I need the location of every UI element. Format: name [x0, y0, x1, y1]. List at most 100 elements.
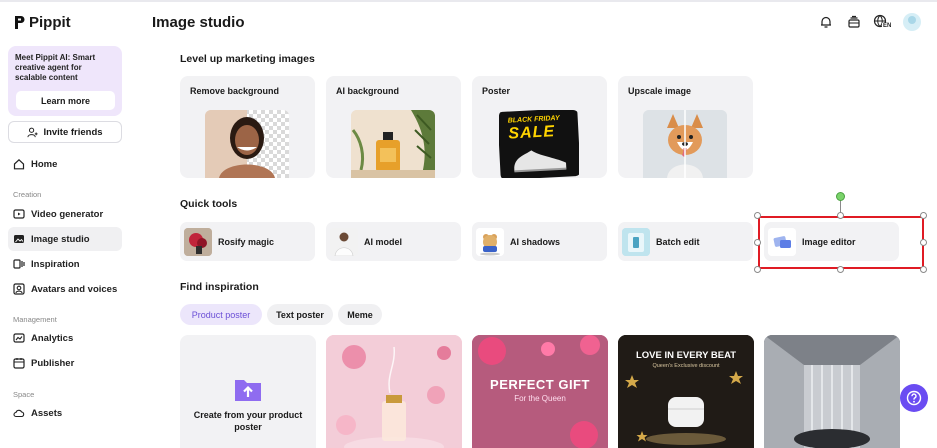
sidebar-item-avatars-voices[interactable]: Avatars and voices	[8, 277, 122, 301]
brand-name: Pippit	[29, 14, 71, 31]
sidebar-item-video-generator[interactable]: Video generator	[8, 202, 122, 226]
avatar-voice-icon	[13, 283, 25, 295]
resize-handle-top[interactable]	[837, 212, 844, 219]
cloud-icon	[13, 409, 25, 418]
poster-background: BLACK FRIDAY SALE	[499, 110, 579, 178]
image-editor-thumbnail	[768, 227, 796, 256]
tool-batch-edit[interactable]: Batch edit	[618, 222, 753, 261]
user-add-icon	[27, 127, 38, 137]
love-headline: LOVE IN EVERY BEAT	[635, 350, 737, 361]
sneaker-icon	[514, 150, 567, 173]
card-label: AI background	[336, 86, 400, 96]
section-title-inspiration: Find inspiration	[180, 281, 259, 293]
section-label-creation: Creation	[13, 190, 42, 199]
poster-line2: SALE	[507, 123, 556, 143]
gift-headline: PERFECT GIFT	[490, 377, 590, 392]
learn-more-button[interactable]: Learn more	[16, 91, 115, 110]
tool-label: Image editor	[802, 236, 856, 247]
tool-image-editor[interactable]: Image editor	[764, 222, 899, 261]
tool-label: Rosify magic	[218, 236, 275, 247]
calendar-icon	[13, 358, 25, 369]
stack-icon[interactable]	[845, 13, 863, 31]
poster-preview: BLACK FRIDAY SALE	[499, 110, 579, 178]
brand-logo[interactable]: Pippit	[14, 14, 71, 31]
resize-handle-bottom[interactable]	[837, 266, 844, 273]
upscale-preview	[643, 110, 727, 178]
sidebar-item-label: Publisher	[31, 357, 75, 369]
ai-shadows-thumbnail	[476, 227, 504, 256]
card-label: Poster	[482, 86, 511, 96]
header-actions: EN	[817, 13, 921, 31]
sidebar-item-label: Assets	[31, 407, 63, 419]
section-title-quick-tools: Quick tools	[180, 198, 238, 210]
invite-friends-label: Invite friends	[43, 126, 103, 138]
remove-background-preview	[205, 110, 289, 178]
app-window: Pippit Meet Pippit AI: Smart creative ag…	[0, 0, 937, 448]
card-upscale-image[interactable]: Upscale image	[618, 76, 753, 178]
tool-ai-shadows[interactable]: AI shadows	[472, 222, 607, 261]
video-generator-icon	[13, 209, 25, 219]
resize-handle-bottom-left[interactable]	[754, 266, 761, 273]
card-label: Remove background	[190, 86, 280, 96]
tool-rosify-magic[interactable]: Rosify magic	[180, 222, 315, 261]
tool-ai-model[interactable]: AI model	[326, 222, 461, 261]
resize-handle-left[interactable]	[754, 239, 761, 246]
create-card-label: Create from your product poster	[193, 410, 303, 432]
pippit-logo-icon	[15, 16, 25, 29]
avatar[interactable]	[903, 13, 921, 31]
sidebar-item-label: Video generator	[31, 208, 104, 220]
rotate-handle[interactable]	[836, 192, 845, 201]
inspiration-card-love-beat[interactable]: LOVE IN EVERY BEAT Queen's Exclusive dis…	[618, 335, 754, 448]
promo-card: Meet Pippit AI: Smart creative agent for…	[8, 46, 122, 116]
analytics-icon	[13, 333, 25, 343]
chip-meme[interactable]: Meme	[338, 304, 382, 325]
inspiration-card-perfect-gift[interactable]: PERFECT GIFT For the Queen	[472, 335, 608, 448]
resize-handle-bottom-right[interactable]	[920, 266, 927, 273]
card-ai-background[interactable]: AI background	[326, 76, 461, 178]
sidebar-item-publisher[interactable]: Publisher	[8, 351, 122, 375]
invite-friends-button[interactable]: Invite friends	[8, 121, 122, 143]
sidebar-item-label: Home	[31, 158, 58, 170]
card-remove-background[interactable]: Remove background	[180, 76, 315, 178]
chip-product-poster[interactable]: Product poster	[180, 304, 262, 325]
bell-icon[interactable]	[817, 13, 835, 31]
inspiration-card-speaker[interactable]	[764, 335, 900, 448]
rosify-thumbnail	[184, 227, 212, 256]
sidebar-item-label: Avatars and voices	[31, 283, 118, 295]
sidebar: Pippit Meet Pippit AI: Smart creative ag…	[0, 0, 132, 448]
sidebar-item-analytics[interactable]: Analytics	[8, 326, 122, 350]
love-subtitle: Queen's Exclusive discount	[652, 363, 720, 369]
sidebar-item-assets[interactable]: Assets	[8, 401, 122, 425]
ai-background-preview	[351, 110, 435, 178]
resize-handle-top-right[interactable]	[920, 212, 927, 219]
language-badge: EN	[882, 23, 893, 29]
card-label: Upscale image	[628, 86, 692, 96]
sidebar-item-label: Image studio	[31, 233, 90, 245]
perfume-image	[326, 335, 462, 448]
sidebar-item-label: Analytics	[31, 332, 74, 344]
gift-subtitle: For the Queen	[514, 394, 566, 403]
resize-handle-top-left[interactable]	[754, 212, 761, 219]
resize-handle-right[interactable]	[920, 239, 927, 246]
inspiration-card-perfume[interactable]	[326, 335, 462, 448]
ai-model-thumbnail	[330, 227, 358, 256]
create-from-product-poster-card[interactable]: Create from your product poster	[180, 335, 316, 448]
upload-folder-icon	[235, 380, 261, 401]
top-border	[0, 0, 937, 2]
card-poster[interactable]: Poster BLACK FRIDAY SALE	[472, 76, 607, 178]
sidebar-item-image-studio[interactable]: Image studio	[8, 227, 122, 251]
sidebar-item-inspiration[interactable]: Inspiration	[8, 252, 122, 276]
image-studio-icon	[14, 235, 24, 243]
batch-edit-thumbnail	[622, 227, 650, 256]
tool-label: AI model	[364, 236, 403, 247]
promo-text: Meet Pippit AI: Smart creative agent for…	[15, 53, 96, 82]
sidebar-item-home[interactable]: Home	[8, 152, 122, 176]
inspiration-icon	[13, 259, 25, 269]
language-globe-icon[interactable]: EN	[873, 13, 893, 31]
chip-text-poster[interactable]: Text poster	[267, 304, 333, 325]
tool-label: Batch edit	[656, 236, 700, 247]
page-title: Image studio	[152, 14, 245, 31]
section-title-marketing: Level up marketing images	[180, 53, 315, 65]
help-button[interactable]	[900, 384, 928, 412]
sidebar-item-label: Inspiration	[31, 258, 80, 270]
